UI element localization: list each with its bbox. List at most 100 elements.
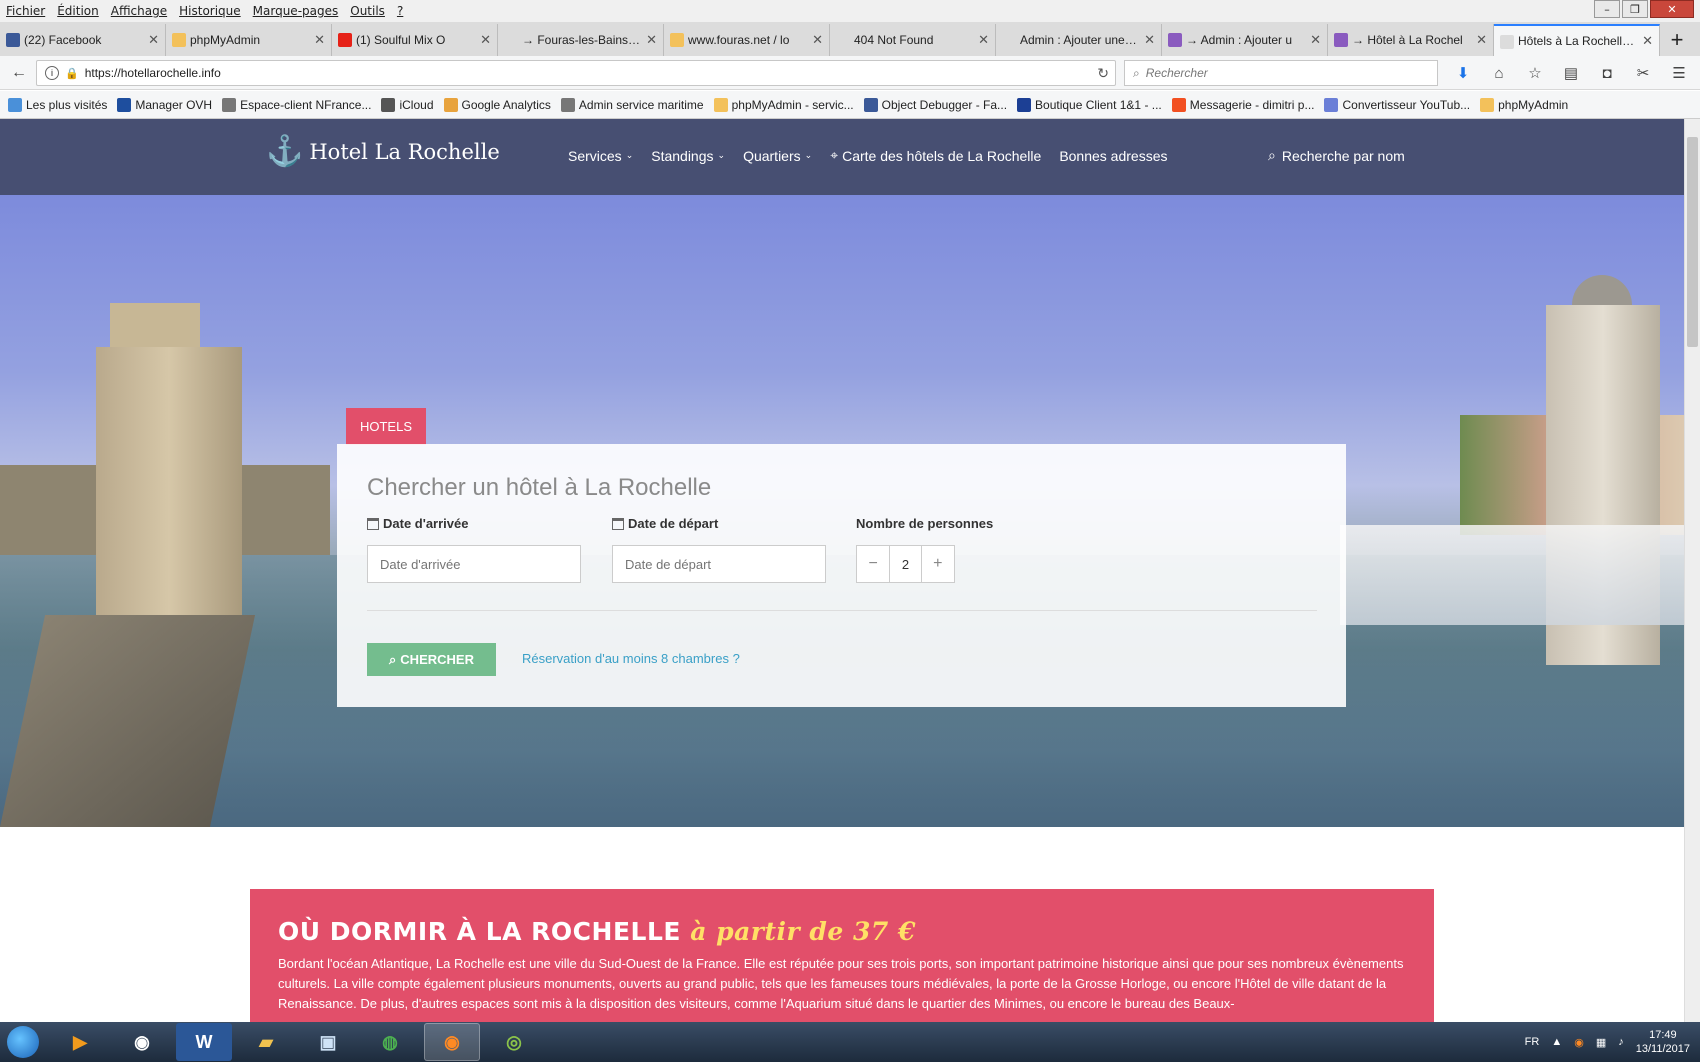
- reload-icon[interactable]: ↻: [1097, 65, 1109, 82]
- menu-fichier[interactable]: Fichier: [0, 4, 51, 18]
- menu-affichage[interactable]: Affichage: [105, 4, 173, 18]
- eye-app-icon[interactable]: ◉: [114, 1023, 170, 1061]
- increment-button[interactable]: +: [922, 546, 954, 582]
- nav-standings[interactable]: Standings ⌄: [651, 147, 725, 164]
- url-bar[interactable]: i 🔒 https://hotellarochelle.info ↻: [36, 60, 1116, 86]
- close-tab-icon[interactable]: ✕: [148, 32, 159, 48]
- tab-favicon-icon: [1168, 33, 1182, 47]
- bookmark-star-icon[interactable]: ☆: [1520, 60, 1550, 86]
- home-icon[interactable]: ⌂: [1484, 60, 1514, 86]
- folder-icon[interactable]: ▰: [238, 1023, 294, 1061]
- group-booking-link[interactable]: Réservation d'au moins 8 chambres ?: [522, 651, 740, 666]
- close-tab-icon[interactable]: ✕: [480, 32, 491, 48]
- browser-tab[interactable]: 404 Not Found ✕: [830, 24, 996, 56]
- close-tab-icon[interactable]: ✕: [1310, 32, 1321, 48]
- arrival-date-input[interactable]: [367, 545, 581, 583]
- nav-services-label: Services: [568, 147, 622, 164]
- navigation-toolbar: ← i 🔒 https://hotellarochelle.info ↻ ⌕ R…: [0, 56, 1700, 90]
- close-window-icon[interactable]: ✕: [1650, 0, 1694, 18]
- close-tab-icon[interactable]: ✕: [1642, 33, 1653, 49]
- page-scrollbar[interactable]: [1684, 119, 1700, 1022]
- bookmark-label: Espace-client NFrance...: [240, 97, 372, 112]
- language-indicator[interactable]: FR: [1525, 1036, 1540, 1048]
- name-search-link[interactable]: ⌕ Recherche par nom: [1268, 147, 1405, 164]
- clock[interactable]: 17:49 13/11/2017: [1636, 1028, 1690, 1056]
- bookmark-item[interactable]: Convertisseur YouTub...: [1324, 97, 1470, 112]
- file-explorer-icon[interactable]: ▣: [300, 1023, 356, 1061]
- browser-tab[interactable]: → Admin : Ajouter u ✕: [1162, 24, 1328, 56]
- departure-date-input[interactable]: [612, 545, 826, 583]
- close-tab-icon[interactable]: ✕: [1144, 32, 1155, 48]
- chrome-icon[interactable]: ◍: [362, 1023, 418, 1061]
- menu-help[interactable]: ?: [391, 4, 409, 18]
- close-tab-icon[interactable]: ✕: [812, 32, 823, 48]
- start-button[interactable]: [0, 1022, 46, 1062]
- back-icon[interactable]: ←: [4, 59, 34, 87]
- app-icon[interactable]: ◎: [486, 1023, 542, 1061]
- hotels-tab[interactable]: HOTELS: [346, 408, 426, 445]
- browser-search-input[interactable]: ⌕ Rechercher: [1124, 60, 1438, 86]
- bookmark-favicon-icon: [1171, 97, 1186, 112]
- browser-tab[interactable]: phpMyAdmin ✕: [166, 24, 332, 56]
- nav-quartiers[interactable]: Quartiers ⌄: [743, 147, 812, 164]
- bookmark-item[interactable]: Messagerie - dimitri p...: [1171, 97, 1314, 112]
- close-tab-icon[interactable]: ✕: [978, 32, 989, 48]
- network-icon[interactable]: ▦: [1596, 1036, 1606, 1049]
- tab-favicon-icon: [836, 33, 850, 47]
- info-icon[interactable]: i: [45, 66, 59, 80]
- nav-services[interactable]: Services ⌄: [568, 147, 633, 164]
- hamburger-menu-icon[interactable]: ☰: [1664, 60, 1694, 86]
- bookmark-item[interactable]: Google Analytics: [443, 97, 551, 112]
- browser-tab[interactable]: Hôtels à La Rochelle : in ✕: [1494, 24, 1660, 56]
- pocket-icon[interactable]: ◘: [1592, 60, 1622, 86]
- restore-icon[interactable]: ❐: [1622, 0, 1648, 18]
- close-tab-icon[interactable]: ✕: [1476, 32, 1487, 48]
- bookmark-item[interactable]: phpMyAdmin: [1480, 97, 1568, 112]
- menu-outils[interactable]: Outils: [344, 4, 391, 18]
- bookmark-item[interactable]: Les plus visités: [8, 97, 107, 112]
- bookmark-item[interactable]: Manager OVH: [117, 97, 212, 112]
- menu-edition[interactable]: Édition: [51, 4, 105, 18]
- close-tab-icon[interactable]: ✕: [314, 32, 325, 48]
- browser-tab[interactable]: → Hôtel à La Rochel ✕: [1328, 24, 1494, 56]
- bookmark-favicon-icon: [222, 97, 237, 112]
- search-button[interactable]: ⌕ CHERCHER: [367, 643, 496, 676]
- menu-marque-pages[interactable]: Marque-pages: [247, 4, 345, 18]
- browser-tab[interactable]: Admin : Ajouter une gal ✕: [996, 24, 1162, 56]
- bookmark-item[interactable]: Boutique Client 1&1 - ...: [1017, 97, 1162, 112]
- reader-list-icon[interactable]: ▤: [1556, 60, 1586, 86]
- menu-historique[interactable]: Historique: [173, 4, 247, 18]
- taskbar: ▶ ◉ W ▰ ▣ ◍ ◉ ◎ FR ▲ ◉ ▦ ♪ 17:49 13/11/2…: [0, 1022, 1700, 1062]
- people-count[interactable]: 2: [889, 546, 922, 582]
- volume-icon[interactable]: ♪: [1618, 1036, 1624, 1048]
- site-logo[interactable]: ⚓ Hotel La Rochelle: [266, 137, 500, 167]
- screenshot-icon[interactable]: ✂: [1628, 60, 1658, 86]
- bookmark-item[interactable]: iCloud: [381, 97, 434, 112]
- bookmark-item[interactable]: Admin service maritime: [560, 97, 704, 112]
- site-logo-text: Hotel La Rochelle: [309, 140, 500, 164]
- firefox-icon[interactable]: ◉: [424, 1023, 480, 1061]
- scrollbar-thumb[interactable]: [1687, 137, 1698, 347]
- close-tab-icon[interactable]: ✕: [646, 32, 657, 48]
- browser-tab[interactable]: (1) Soulful Mix O ✕: [332, 24, 498, 56]
- bookmark-item[interactable]: phpMyAdmin - servic...: [713, 97, 854, 112]
- browser-tab[interactable]: → Fouras-les-Bains en i ✕: [498, 24, 664, 56]
- media-player-icon[interactable]: ▶: [52, 1023, 108, 1061]
- firefox-tray-icon[interactable]: ◉: [1574, 1036, 1584, 1049]
- bookmark-favicon-icon: [713, 97, 728, 112]
- nav-good-addresses[interactable]: Bonnes adresses: [1059, 147, 1167, 164]
- decrement-button[interactable]: −: [857, 546, 889, 582]
- bookmark-label: Boutique Client 1&1 - ...: [1035, 97, 1162, 112]
- browser-tab[interactable]: www.fouras.net / lo ✕: [664, 24, 830, 56]
- new-tab-icon[interactable]: +: [1660, 24, 1694, 56]
- download-icon[interactable]: ⬇: [1448, 60, 1478, 86]
- promo-title-main: OÙ DORMIR À LA ROCHELLE: [278, 917, 681, 946]
- lock-icon: 🔒: [65, 67, 79, 80]
- word-icon[interactable]: W: [176, 1023, 232, 1061]
- nav-map[interactable]: ⌖ Carte des hôtels de La Rochelle: [830, 147, 1041, 164]
- minimize-icon[interactable]: –: [1594, 0, 1620, 18]
- bookmark-item[interactable]: Object Debugger - Fa...: [863, 97, 1007, 112]
- bookmark-item[interactable]: Espace-client NFrance...: [222, 97, 372, 112]
- tray-up-arrow-icon[interactable]: ▲: [1551, 1036, 1562, 1048]
- browser-tab[interactable]: (22) Facebook ✕: [0, 24, 166, 56]
